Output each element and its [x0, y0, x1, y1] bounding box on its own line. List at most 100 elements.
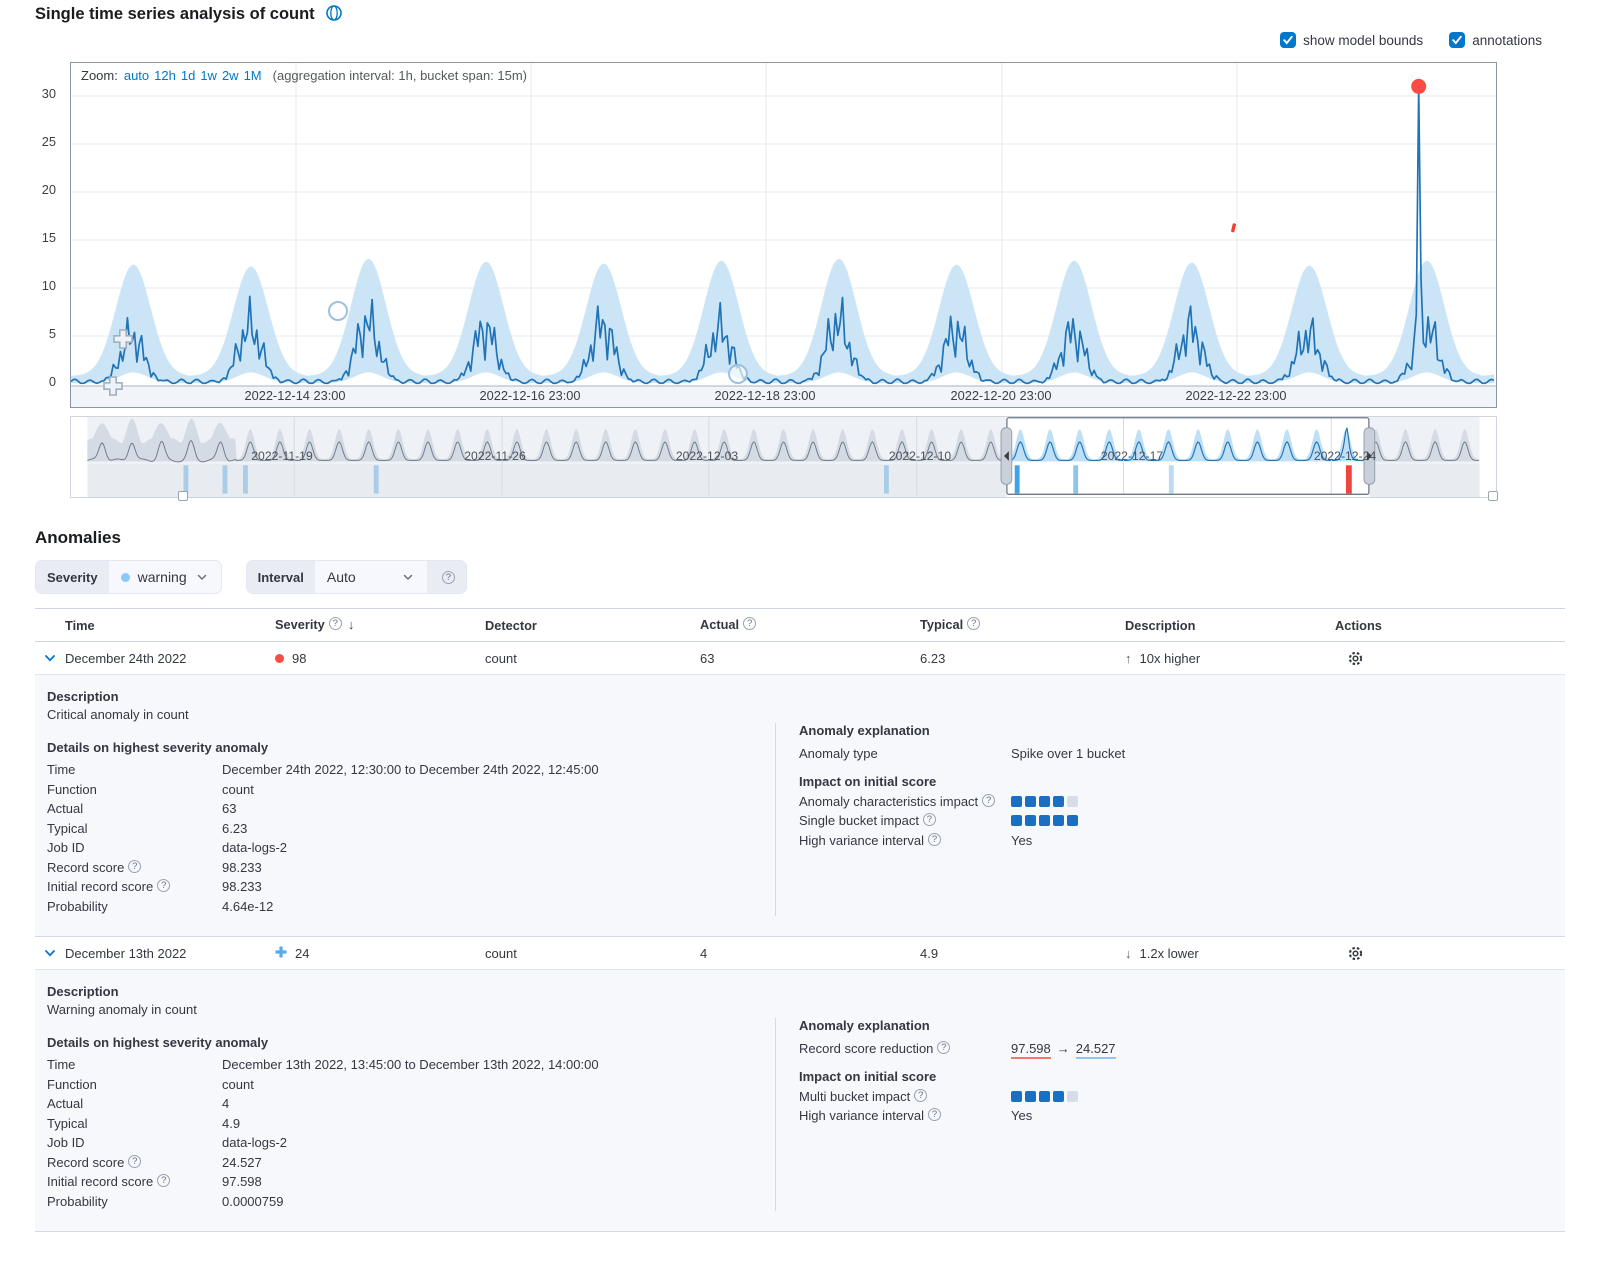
- zoom-link-1M[interactable]: 1M: [244, 68, 262, 83]
- detail-field-label: Actual: [47, 1094, 222, 1114]
- annotation-dash-icon[interactable]: [1231, 223, 1236, 233]
- swimlane-anomaly-bar[interactable]: [374, 465, 379, 493]
- cell-typical: 4.9: [920, 946, 1125, 961]
- impact-row: Anomaly characteristics impact?: [799, 792, 1565, 812]
- actions-gear-icon[interactable]: [1347, 945, 1565, 962]
- description-text: Warning anomaly in count: [47, 1002, 775, 1017]
- zoom-link-2w[interactable]: 2w: [222, 68, 239, 83]
- swimlane-anomaly-bar[interactable]: [184, 465, 189, 493]
- swimlane-anomaly-bar[interactable]: [884, 465, 889, 493]
- interval-filter[interactable]: Interval Auto ?: [246, 560, 467, 594]
- critical-anomaly-dot[interactable]: [1411, 79, 1426, 94]
- cell-severity: 98: [292, 651, 306, 666]
- focus-chart-svg[interactable]: [71, 63, 1496, 407]
- zoom-link-auto[interactable]: auto: [124, 68, 149, 83]
- x-axis-tick: 2022-12-22 23:00: [1171, 388, 1301, 403]
- severity-filter-select[interactable]: warning: [109, 561, 221, 593]
- impact-squares: [1011, 1091, 1078, 1102]
- annotations-checkbox[interactable]: annotations: [1449, 32, 1542, 48]
- header-severity[interactable]: Severity?↓: [275, 617, 485, 633]
- detail-field-label: Initial record score?: [47, 1172, 222, 1192]
- detail-field-row: Initial record score?98.233: [47, 877, 775, 897]
- ml-anomaly-icon: [325, 4, 343, 25]
- collapse-row-button[interactable]: [43, 946, 65, 960]
- zoom-link-1d[interactable]: 1d: [181, 68, 195, 83]
- detail-field-label: Time: [47, 760, 222, 780]
- resize-grip-left[interactable]: [178, 491, 188, 501]
- detail-field-label: Typical: [47, 819, 222, 839]
- detail-field-label: Function: [47, 780, 222, 800]
- detail-field-label: Initial record score?: [47, 877, 222, 897]
- help-icon: ?: [937, 1041, 950, 1054]
- anomalies-section: Anomalies Severity warning Interval Auto…: [35, 528, 1565, 1232]
- description-text: Critical anomaly in count: [47, 707, 775, 722]
- anomaly-details-panel: Description Warning anomaly in count Det…: [35, 970, 1565, 1232]
- timeseries-section: Single time series analysis of count sho…: [0, 0, 1600, 520]
- interval-help-icon[interactable]: ?: [427, 561, 466, 593]
- severity-filter-value: warning: [138, 569, 187, 585]
- description-heading: Description: [47, 689, 775, 704]
- swimlane-anomaly-bar[interactable]: [1073, 465, 1078, 493]
- detail-field-value: 4.64e-12: [222, 897, 273, 917]
- annotation-circle-icon[interactable]: [329, 302, 347, 320]
- detail-field-row: Record score?98.233: [47, 858, 775, 878]
- swimlane-anomaly-bar[interactable]: [243, 465, 248, 493]
- help-icon: ?: [157, 1174, 170, 1187]
- show-model-bounds-checkbox[interactable]: show model bounds: [1280, 32, 1423, 48]
- swimlane-critical-bar[interactable]: [1346, 465, 1352, 493]
- y-axis-tick: 25: [22, 134, 56, 149]
- show-model-bounds-label: show model bounds: [1303, 33, 1423, 48]
- detail-field-value: 4.9: [222, 1114, 240, 1134]
- brush-handle-left[interactable]: [1001, 428, 1012, 485]
- interval-filter-value: Auto: [327, 569, 356, 585]
- zoom-link-12h[interactable]: 12h: [154, 68, 176, 83]
- impact-row: Multi bucket impact?: [799, 1087, 1565, 1107]
- header-detector[interactable]: Detector: [485, 618, 700, 633]
- interval-filter-select[interactable]: Auto: [315, 561, 427, 593]
- detail-field-row: Initial record score?97.598: [47, 1172, 775, 1192]
- chevron-down-icon: [195, 570, 209, 584]
- table-row[interactable]: December 13th 2022 24 count 4 4.9 ↓1.2x …: [35, 937, 1565, 970]
- sort-desc-icon: ↓: [348, 617, 355, 632]
- resize-grip-right[interactable]: [1488, 491, 1498, 501]
- detail-field-row: Functioncount: [47, 780, 775, 800]
- help-icon: ?: [914, 1089, 927, 1102]
- page-title: Single time series analysis of count: [35, 5, 315, 24]
- detail-field-row: TimeDecember 24th 2022, 12:30:00 to Dece…: [47, 760, 775, 780]
- actions-gear-icon[interactable]: [1347, 650, 1565, 667]
- checkbox-checked-icon: [1449, 32, 1465, 48]
- header-typical[interactable]: Typical?: [920, 617, 1125, 633]
- detail-field-value: count: [222, 780, 254, 800]
- final-score: 24.527: [1076, 1041, 1116, 1059]
- swimlane-anomaly-bar[interactable]: [1169, 465, 1174, 493]
- gridlines: [71, 63, 1496, 386]
- severity-filter[interactable]: Severity warning: [35, 560, 222, 594]
- help-icon: ?: [329, 617, 342, 630]
- swimlane-anomaly-bar[interactable]: [1015, 465, 1020, 493]
- arrow-down-icon: ↓: [1125, 946, 1132, 961]
- brush-handle-right[interactable]: [1364, 428, 1375, 485]
- header-description[interactable]: Description: [1125, 618, 1335, 633]
- header-time[interactable]: Time: [65, 618, 275, 633]
- focus-chart[interactable]: Zoom: auto12h1d1w2w1M (aggregation inter…: [70, 62, 1497, 408]
- table-row[interactable]: December 24th 2022 98 count 63 6.23 ↑10x…: [35, 642, 1565, 675]
- detail-field-label: Actual: [47, 799, 222, 819]
- high-variance-value: Yes: [1011, 831, 1032, 851]
- detail-field-label: Job ID: [47, 838, 222, 858]
- collapse-row-button[interactable]: [43, 651, 65, 665]
- help-icon: ?: [928, 1108, 941, 1121]
- swimlane-anomaly-bar[interactable]: [223, 465, 228, 493]
- annotation-circle-icon[interactable]: [729, 365, 747, 383]
- anomaly-markers[interactable]: [104, 79, 1426, 395]
- help-icon: ?: [157, 879, 170, 892]
- detail-field-row: Job IDdata-logs-2: [47, 838, 775, 858]
- detail-field-label: Job ID: [47, 1133, 222, 1153]
- cell-severity: 24: [295, 946, 309, 961]
- impact-heading: Impact on initial score: [799, 1069, 1565, 1084]
- context-chart[interactable]: [70, 416, 1497, 498]
- model-bounds-band: [71, 259, 1494, 383]
- zoom-link-1w[interactable]: 1w: [200, 68, 217, 83]
- help-icon: ?: [128, 860, 141, 873]
- header-actual[interactable]: Actual?: [700, 617, 920, 633]
- detail-field-row: TimeDecember 13th 2022, 13:45:00 to Dece…: [47, 1055, 775, 1075]
